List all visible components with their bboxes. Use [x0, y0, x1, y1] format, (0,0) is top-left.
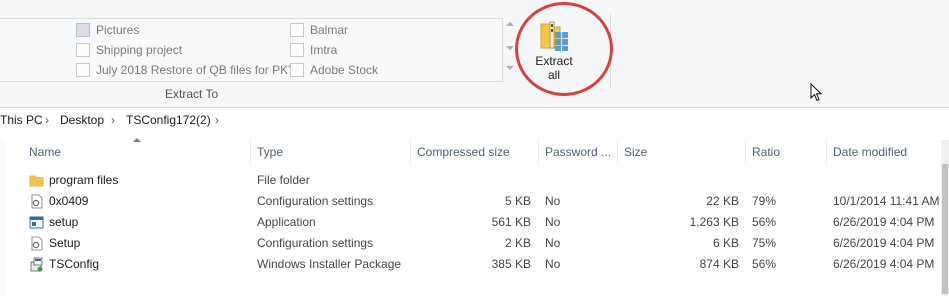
breadcrumb-tsconfig[interactable]: TSConfig172(2): [126, 108, 211, 132]
folder-icon: [76, 63, 90, 77]
file-row[interactable]: 0x0409 Configuration settings 5 KB No 22…: [0, 191, 949, 212]
file-name: setup: [49, 215, 79, 229]
column-header-type[interactable]: Type: [257, 140, 283, 164]
destination-shipping-project[interactable]: Shipping project: [76, 41, 182, 59]
folder-icon: [76, 43, 90, 57]
file-password: No: [545, 215, 561, 229]
file-type: Configuration settings: [257, 236, 374, 250]
file-name: TSConfig: [49, 257, 100, 271]
sort-ascending-icon: [133, 138, 141, 142]
breadcrumb-this-pc[interactable]: This PC: [0, 108, 43, 132]
file-type: Windows Installer Package: [257, 257, 402, 271]
file-compressed-size: 2 KB: [504, 236, 531, 250]
column-header-size[interactable]: Size: [624, 140, 647, 164]
chevron-right-icon[interactable]: ›: [111, 108, 115, 132]
ribbon: Pictures Shipping project July 2018 Rest…: [0, 0, 949, 108]
breadcrumb: This PC › Desktop › TSConfig172(2) ›: [0, 108, 949, 132]
gallery-more-arrow-icon[interactable]: [506, 66, 514, 70]
folder-icon: [29, 175, 44, 187]
file-name: 0x0409: [49, 194, 89, 208]
destination-pictures[interactable]: Pictures: [76, 21, 139, 39]
breadcrumb-desktop[interactable]: Desktop: [60, 108, 104, 132]
file-ratio: 75%: [752, 236, 777, 250]
file-date-modified: 6/26/2019 4:04 PM: [833, 215, 935, 229]
column-divider[interactable]: [250, 140, 251, 164]
folder-icon: [290, 63, 304, 77]
column-divider[interactable]: [745, 140, 746, 164]
column-header-password[interactable]: Password ...: [545, 140, 611, 164]
application-icon: [29, 216, 44, 229]
destination-adobe-stock[interactable]: Adobe Stock: [290, 61, 378, 79]
column-header-ratio[interactable]: Ratio: [752, 140, 780, 164]
gallery-down-arrow-icon[interactable]: [506, 46, 514, 50]
file-size: 874 KB: [699, 257, 739, 271]
extract-to-gallery: Pictures Shipping project July 2018 Rest…: [0, 18, 503, 82]
destination-imtra[interactable]: Imtra: [290, 41, 337, 59]
installer-package-icon: [30, 257, 43, 272]
file-compressed-size: 5 KB: [504, 194, 531, 208]
mouse-cursor-icon: [810, 83, 823, 102]
column-divider[interactable]: [617, 140, 618, 164]
file-row[interactable]: TSConfig Windows Installer Package 385 K…: [0, 254, 949, 275]
file-compressed-size: 385 KB: [491, 257, 531, 271]
destination-balmar[interactable]: Balmar: [290, 21, 348, 39]
file-date-modified: 6/26/2019 4:04 PM: [833, 257, 935, 271]
vertical-scrollbar[interactable]: [941, 140, 949, 296]
file-name: Setup: [49, 236, 81, 250]
file-row[interactable]: program files File folder: [0, 170, 949, 191]
file-size: 1,263 KB: [689, 215, 739, 229]
file-ratio: 56%: [752, 257, 777, 271]
folder-icon: [290, 23, 304, 37]
column-header-date-modified[interactable]: Date modified: [833, 140, 907, 164]
file-row[interactable]: setup Application 561 KB No 1,263 KB 56%…: [0, 212, 949, 233]
file-password: No: [545, 257, 561, 271]
folder-icon: [290, 43, 304, 57]
file-date-modified: 10/1/2014 11:41 AM: [833, 194, 940, 208]
column-header-name[interactable]: Name: [29, 140, 61, 164]
column-divider[interactable]: [826, 140, 827, 164]
file-type: Application: [257, 215, 316, 229]
highlight-circle: [515, 2, 613, 96]
column-divider[interactable]: [538, 140, 539, 164]
file-password: No: [545, 194, 561, 208]
file-size: 22 KB: [706, 194, 739, 208]
scrollbar-thumb[interactable]: [942, 164, 948, 294]
gallery-up-arrow-icon[interactable]: [506, 22, 514, 26]
file-date-modified: 6/26/2019 4:04 PM: [833, 236, 935, 250]
destination-qb-restore[interactable]: July 2018 Restore of QB files for PKYS: [76, 61, 304, 79]
file-ratio: 79%: [752, 194, 777, 208]
pictures-folder-icon: [76, 23, 90, 37]
file-name: program files: [49, 173, 119, 187]
chevron-right-icon[interactable]: ›: [215, 108, 219, 132]
group-label-extract-to: Extract To: [165, 87, 219, 101]
column-header-compressed-size[interactable]: Compressed size: [417, 140, 510, 164]
file-compressed-size: 561 KB: [491, 215, 531, 229]
file-ratio: 56%: [752, 215, 777, 229]
chevron-right-icon[interactable]: ›: [45, 108, 49, 132]
column-divider[interactable]: [410, 140, 411, 164]
file-type: File folder: [257, 173, 310, 187]
config-file-icon: [31, 194, 43, 209]
file-size: 6 KB: [712, 236, 739, 250]
config-file-icon: [31, 236, 43, 251]
file-type: Configuration settings: [257, 194, 374, 208]
file-password: No: [545, 236, 561, 250]
file-row[interactable]: Setup Configuration settings 2 KB No 6 K…: [0, 233, 949, 254]
